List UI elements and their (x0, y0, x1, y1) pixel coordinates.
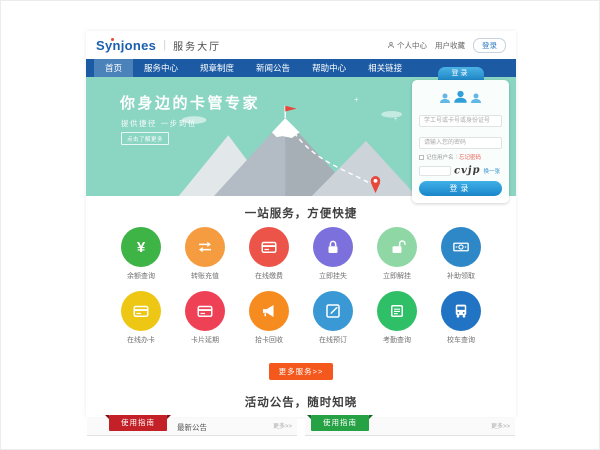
captcha-refresh-link[interactable]: 换一张 (484, 167, 501, 175)
cloud-icon (381, 111, 402, 118)
user-favorites-link[interactable]: 用户收藏 (435, 40, 465, 51)
screenshot-frame: Synjones | 服务大厅 个人中心 用户收藏 登录 首页 服务中心 规章制… (0, 0, 600, 450)
service-lost-card-recovery[interactable]: 拾卡回收 (237, 291, 301, 345)
username-input[interactable] (419, 115, 502, 127)
login-submit-button[interactable]: 登录 (419, 181, 502, 196)
forgot-password-link[interactable]: 忘记密码 (459, 153, 481, 161)
edit-icon (324, 302, 342, 320)
lock-icon (324, 238, 342, 256)
login-panel: 登录 记住用户名 | 忘记密码 cvjp 换一张 (412, 67, 509, 203)
remember-checkbox[interactable] (419, 155, 424, 160)
unlock-icon (388, 238, 406, 256)
service-subsidy-collection[interactable]: 补助领取 (429, 227, 493, 281)
transfer-icon (196, 238, 214, 256)
captcha-input[interactable] (419, 166, 451, 176)
header: Synjones | 服务大厅 个人中心 用户收藏 登录 (86, 31, 516, 59)
flag-icon (285, 106, 296, 112)
nav-item-news[interactable]: 新闻公告 (245, 59, 301, 77)
services-grid: ¥ 余额查询 转账充值 在线 (109, 227, 493, 355)
announcements-title: 活动公告，随时知晓 (86, 394, 516, 410)
nav-item-related-links[interactable]: 相关链接 (357, 59, 413, 77)
service-report-loss[interactable]: 立即挂失 (301, 227, 365, 281)
site-name: 服务大厅 (173, 38, 221, 53)
right-more-link[interactable]: 更多>> (491, 419, 510, 436)
cloud-icon (182, 116, 207, 124)
left-announcement-panel: 使用指南 最新公告 更多>> (87, 419, 297, 436)
options-divider: | (456, 154, 457, 160)
header-login-button[interactable]: 登录 (473, 38, 506, 53)
list-icon (388, 302, 406, 320)
services-section: 一站服务，方便快捷 ¥ 余额查询 转账充值 (86, 196, 516, 380)
service-attendance-inquiry[interactable]: 考勤查询 (365, 291, 429, 345)
login-options: 记住用户名 | 忘记密码 (419, 153, 502, 161)
service-online-card-application[interactable]: 在线办卡 (109, 291, 173, 345)
header-links: 个人中心 用户收藏 登录 (387, 38, 506, 53)
announcements-panels: 使用指南 最新公告 更多>> 使用指南 更多>> (86, 419, 516, 436)
card-icon (132, 302, 150, 320)
service-school-bus-inquiry[interactable]: 校车查询 (429, 291, 493, 345)
nav-item-service-center[interactable]: 服务中心 (133, 59, 189, 77)
nav-item-help-center[interactable]: 帮助中心 (301, 59, 357, 77)
tab-usage-guide-left[interactable]: 使用指南 (109, 415, 167, 431)
bus-icon (452, 302, 470, 320)
mountain-illustration (154, 101, 426, 196)
user-favorites-label: 用户收藏 (435, 40, 465, 51)
more-services-button[interactable]: 更多服务>> (269, 363, 334, 380)
hero-banner: 你身边的卡管专家 提供捷径 一步到位 点击了解更多 + + 登录 (86, 77, 516, 196)
card-icon (260, 238, 278, 256)
service-online-booking[interactable]: 在线预订 (301, 291, 365, 345)
service-balance-inquiry[interactable]: ¥ 余额查询 (109, 227, 173, 281)
left-more-link[interactable]: 更多>> (273, 419, 292, 436)
header-divider: | (163, 39, 166, 51)
service-cancel-loss[interactable]: 立即解挂 (365, 227, 429, 281)
synjones-logo[interactable]: Synjones (96, 38, 156, 53)
nav-item-rules[interactable]: 规章制度 (189, 59, 245, 77)
password-input[interactable] (419, 137, 502, 149)
service-card-extension[interactable]: 卡片延期 (173, 291, 237, 345)
captcha-image[interactable]: cvjp (454, 165, 481, 177)
services-title: 一站服务，方便快捷 (86, 205, 516, 221)
yen-icon: ¥ (137, 239, 145, 256)
megaphone-icon (260, 302, 278, 320)
service-transfer-recharge[interactable]: 转账充值 (173, 227, 237, 281)
personal-center-link[interactable]: 个人中心 (387, 40, 427, 51)
right-announcement-panel: 使用指南 更多>> (305, 419, 515, 436)
service-online-payment[interactable]: 在线缴费 (237, 227, 301, 281)
person-icon (387, 41, 395, 49)
nav-item-home[interactable]: 首页 (94, 59, 133, 77)
page: Synjones | 服务大厅 个人中心 用户收藏 登录 首页 服务中心 规章制… (86, 31, 516, 417)
pin-center (374, 179, 378, 183)
banknote-icon (452, 238, 470, 256)
captcha-row: cvjp 换一张 (419, 165, 502, 176)
users-icon (419, 87, 502, 104)
personal-center-label: 个人中心 (397, 40, 427, 51)
login-tab[interactable]: 登录 (438, 67, 484, 80)
tab-latest-announcements[interactable]: 最新公告 (177, 419, 207, 436)
remember-label: 记住用户名 (426, 153, 454, 161)
tab-usage-guide-right[interactable]: 使用指南 (311, 415, 369, 431)
card-icon (196, 302, 214, 320)
